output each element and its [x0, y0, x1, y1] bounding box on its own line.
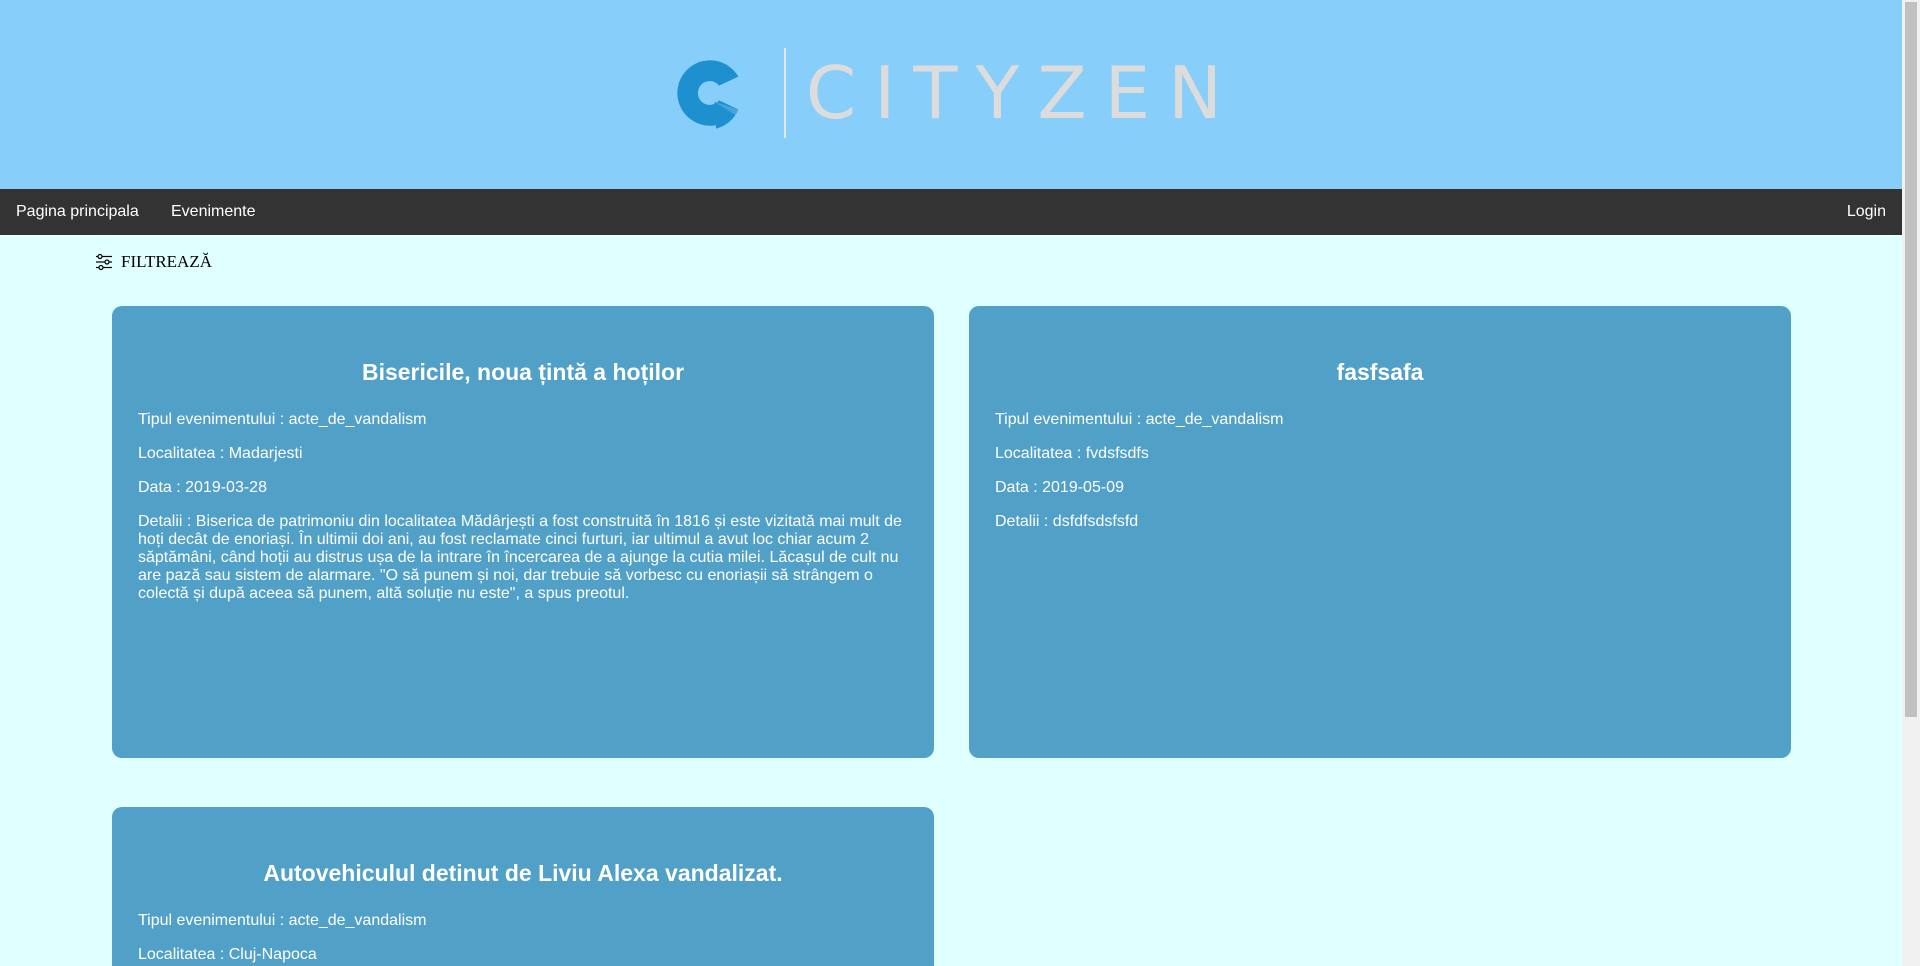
filter-label: FILTREAZĂ: [121, 252, 212, 271]
event-title: Bisericile, noua țintă a hoților: [361, 359, 685, 385]
nav-events-link[interactable]: Evenimente: [171, 189, 256, 235]
sliders-icon: [96, 253, 112, 271]
page-scrollbar[interactable]: [1902, 0, 1920, 966]
event-title: Autovehiculul detinut de Liviu Alexa van…: [263, 860, 783, 886]
event-details: Detalii : dsfdfsdsfsfd: [995, 513, 1139, 530]
event-type: Tipul evenimentului : acte_de_vandalism: [995, 411, 1284, 428]
site-header: CITYZEN: [0, 0, 1902, 189]
event-card[interactable]: Autovehiculul detinut de Liviu Alexa van…: [112, 807, 934, 966]
scrollbar-thumb[interactable]: [1905, 2, 1917, 717]
event-date: Data : 2019-05-09: [995, 479, 1124, 496]
filter-button[interactable]: FILTREAZĂ: [95, 252, 212, 272]
cityzen-logo-mark-icon: [677, 60, 739, 129]
event-type: Tipul evenimentului : acte_de_vandalism: [138, 411, 427, 428]
cityzen-logo[interactable]: CITYZEN: [670, 38, 1240, 148]
event-location: Localitatea : Madarjesti: [138, 445, 303, 462]
nav-login-link[interactable]: Login: [1847, 189, 1886, 235]
event-title: fasfsafa: [1336, 359, 1424, 385]
event-location: Localitatea : fvdsfsdfs: [995, 445, 1149, 462]
logo-separator: [784, 48, 786, 138]
event-location: Localitatea : Cluj-Napoca: [138, 946, 317, 963]
nav-home-link[interactable]: Pagina principala: [16, 189, 139, 235]
event-details: Detalii : Biserica de patrimoniu din loc…: [138, 513, 902, 602]
event-type: Tipul evenimentului : acte_de_vandalism: [138, 912, 427, 929]
logo-wordmark: CITYZEN: [805, 51, 1240, 135]
main-navbar: Pagina principala Evenimente Login: [0, 189, 1902, 235]
event-date: Data : 2019-03-28: [138, 479, 267, 496]
event-card[interactable]: Bisericile, noua țintă a hoților Tipul e…: [112, 306, 934, 758]
event-card[interactable]: fasfsafa Tipul evenimentului : acte_de_v…: [969, 306, 1791, 758]
